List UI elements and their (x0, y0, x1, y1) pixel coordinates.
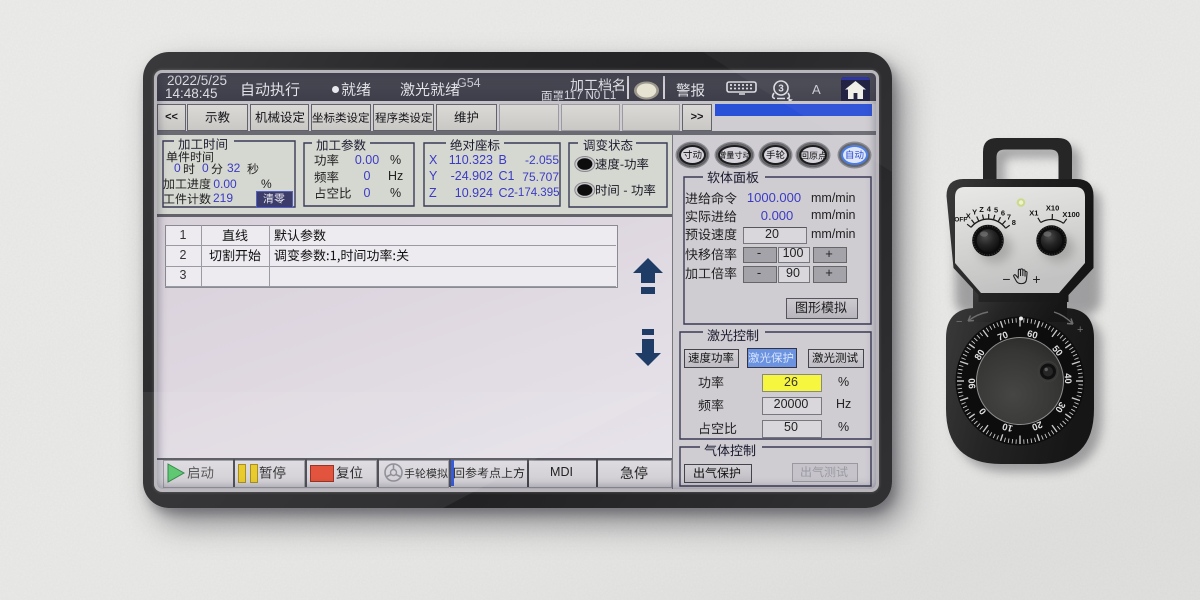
svg-text:7: 7 (1007, 212, 1011, 221)
svg-text:Z: Z (979, 205, 984, 214)
svg-text:6: 6 (1001, 208, 1005, 217)
svg-text:5: 5 (994, 206, 998, 215)
svg-text:Y: Y (972, 207, 977, 216)
svg-text:+: + (1077, 324, 1083, 336)
svg-text:X10: X10 (1046, 203, 1059, 212)
svg-text:8: 8 (1012, 218, 1016, 227)
svg-text:X: X (966, 211, 971, 220)
svg-text:−: − (956, 316, 962, 328)
svg-text:X1: X1 (1029, 209, 1038, 218)
svg-text:+: + (1032, 271, 1040, 287)
svg-text:X100: X100 (1062, 210, 1080, 219)
svg-text:−: − (1002, 271, 1010, 287)
